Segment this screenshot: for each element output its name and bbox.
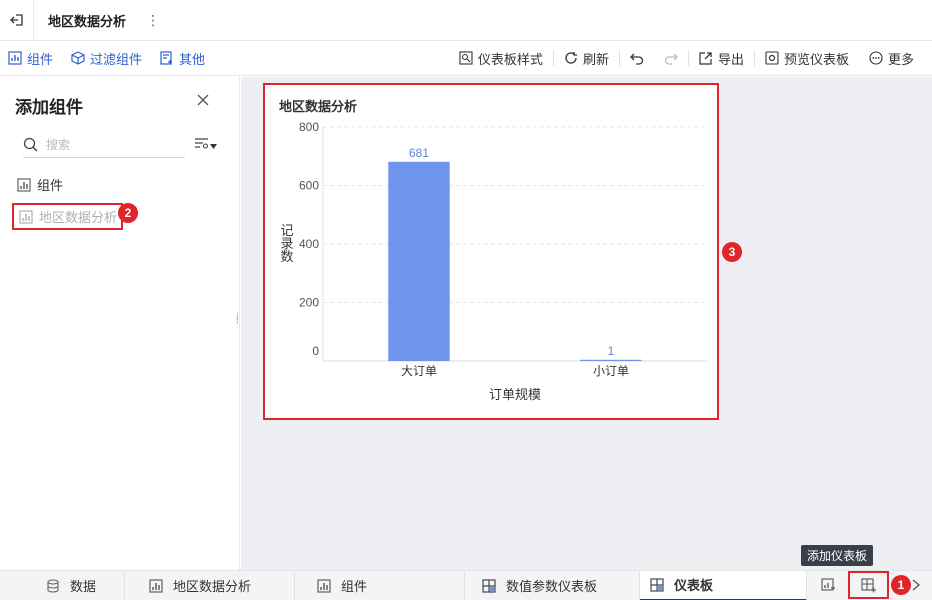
filter-cube-icon	[71, 51, 85, 65]
caret-down-icon	[210, 144, 217, 149]
x-tick-label: 小订单	[593, 364, 629, 378]
bar-chart-icon	[19, 209, 33, 224]
undo-icon	[630, 51, 644, 65]
redo-icon	[664, 51, 678, 65]
add-dashboard-button[interactable]	[848, 571, 889, 599]
panel-title: 添加组件	[15, 98, 83, 117]
export-label: 导出	[717, 51, 744, 67]
refresh-icon	[564, 51, 578, 65]
redo-button[interactable]	[654, 51, 688, 65]
y-tick-label: 200	[299, 296, 319, 310]
tab-widgets[interactable]: 组件	[295, 570, 465, 600]
filter-widget-label: 过滤组件	[90, 51, 143, 67]
refresh-button[interactable]: 刷新	[554, 49, 619, 68]
more-label: 更多	[887, 51, 914, 67]
bar-chart-icon	[149, 578, 163, 593]
add-chart-button[interactable]: 组件	[8, 49, 53, 68]
tab-data[interactable]: 数据	[0, 570, 125, 600]
tab-dashboard-label: 仪表板	[674, 578, 714, 593]
add-chart-label: 组件	[27, 51, 54, 67]
widget-group-label: 组件	[37, 178, 64, 193]
preview-dashboard-label: 预览仪表板	[783, 51, 849, 67]
close-icon[interactable]	[197, 93, 209, 111]
widget-group-item[interactable]: 组件	[17, 175, 63, 194]
chart-add-icon	[8, 51, 22, 65]
undo-button[interactable]	[620, 51, 654, 65]
bar-chart: 0 200 400 600 800 681 大订单 1 小订单订单规模 记录数	[280, 120, 707, 402]
dashboard-canvas: 地区数据分析 0 200 400 600 800 681 大订单 1 小订单 订单规模 记录数 3	[241, 77, 932, 570]
search-placeholder: 搜索	[46, 138, 71, 152]
x-axis-title: 订单规模	[489, 387, 541, 402]
sort-filter-icon	[195, 138, 209, 149]
bar	[388, 161, 450, 361]
style-preview-icon	[459, 51, 473, 65]
add-chart-icon	[821, 578, 835, 591]
document-title: 地区数据分析	[48, 13, 127, 29]
other-widgets-icon	[160, 51, 174, 65]
tab-data-label: 数据	[70, 579, 97, 594]
dashboard-style-button[interactable]: 仪表板样式	[449, 49, 553, 68]
panel-resize-handle[interactable]: ⁞ ⁞	[236, 313, 239, 327]
dashboard-icon	[482, 578, 496, 593]
tab-widgets-label: 组件	[341, 579, 368, 594]
add-analysis-button[interactable]	[818, 575, 838, 595]
chevron-right-icon[interactable]	[911, 579, 921, 591]
more-circle-icon	[869, 51, 883, 65]
y-tick-label: 600	[299, 179, 319, 193]
tab-dashboard[interactable]: 仪表板	[640, 570, 807, 600]
export-button[interactable]: 导出	[689, 49, 754, 68]
chart-widget[interactable]: 地区数据分析 0 200 400 600 800 681 大订单 1 小订单 订单规模 记录数	[263, 83, 719, 420]
preview-dashboard-button[interactable]: 预览仪表板	[755, 49, 859, 68]
add-dashboard-tooltip: 添加仪表板	[801, 545, 874, 566]
dashboard-icon	[650, 577, 664, 592]
add-dashboard-icon	[861, 577, 876, 592]
add-widget-panel: 添加组件 搜索 组件 地区数据分析 2	[0, 77, 240, 570]
database-icon	[46, 578, 60, 593]
more-button[interactable]: 更多	[859, 49, 924, 68]
y-tick-label: 800	[299, 120, 319, 134]
y-tick-label: 0	[312, 344, 319, 358]
bar-value-label: 681	[409, 146, 429, 160]
other-widget-label: 其他	[179, 51, 206, 67]
bar-value-label: 1	[608, 344, 615, 358]
callout-badge-3: 3	[722, 242, 742, 262]
y-tick-label: 400	[299, 237, 319, 251]
x-tick-label: 大订单	[401, 364, 437, 378]
export-icon	[699, 51, 713, 65]
sort-filter-button[interactable]	[194, 137, 217, 149]
preview-icon	[765, 51, 779, 65]
dashboard-style-label: 仪表板样式	[477, 51, 543, 67]
exit-icon[interactable]	[0, 0, 34, 41]
y-axis-title: 记录数	[280, 223, 293, 264]
chart-list-item[interactable]: 地区数据分析	[12, 203, 124, 230]
bar-chart-icon	[317, 578, 331, 593]
title-bar: 地区数据分析 ⋮	[0, 0, 932, 41]
bar-chart-icon	[17, 177, 31, 192]
chart-list-label: 地区数据分析	[39, 210, 118, 225]
other-widget-button[interactable]: 其他	[160, 49, 205, 68]
callout-badge-2: 2	[118, 203, 138, 223]
tab-param-dashboard[interactable]: 数值参数仪表板	[465, 570, 640, 600]
filter-widget-button[interactable]: 过滤组件	[71, 49, 142, 68]
tab-region-analysis-label: 地区数据分析	[173, 579, 252, 594]
refresh-label: 刷新	[582, 51, 609, 67]
search-input[interactable]: 搜索	[23, 132, 185, 158]
search-icon	[23, 137, 38, 152]
title-more-icon[interactable]: ⋮	[146, 12, 160, 29]
bar	[580, 359, 642, 361]
tab-region-analysis[interactable]: 地区数据分析	[125, 570, 295, 600]
toolbar: 组件 过滤组件 其他 仪表板样式 刷新 导出 预览仪表板 更多	[0, 41, 932, 76]
bottom-tab-bar: 数据 地区数据分析 组件 数值参数仪表板 仪表板	[0, 570, 932, 600]
callout-badge-1: 1	[891, 575, 911, 595]
tab-param-dashboard-label: 数值参数仪表板	[506, 579, 598, 594]
